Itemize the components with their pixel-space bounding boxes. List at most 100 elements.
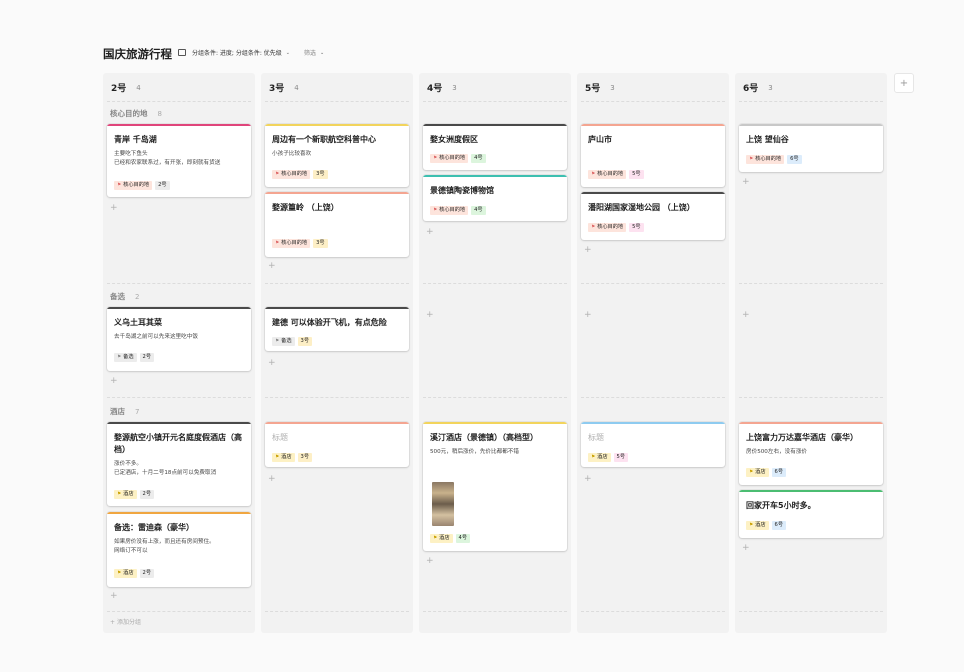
- card[interactable]: 建德 可以体验开飞机，有点危险 ⚑ 备选 3号: [265, 307, 409, 351]
- add-card-button[interactable]: +: [268, 262, 276, 271]
- card-tags: ⚑ 酒店 2号: [114, 569, 155, 578]
- card-title: 婺源航空小镇开元名庭度假酒店（高档）: [114, 433, 242, 454]
- card[interactable]: 上饶富力万达嘉华酒店（豪华） 房价500左右，没有涨价 ⚑ 酒店 6号: [739, 422, 883, 485]
- card[interactable]: 回家开车5小时多。 ⚑ 酒店 6号: [739, 490, 883, 538]
- flag-icon: ⚑: [117, 355, 122, 360]
- add-card-button[interactable]: +: [110, 592, 118, 601]
- tag-alt: ⚑ 备选: [114, 353, 137, 362]
- add-card-button[interactable]: +: [268, 475, 276, 484]
- section-count: 2: [135, 292, 140, 301]
- chevron-down-icon[interactable]: ⌄: [286, 50, 290, 56]
- tag-day: 6号: [771, 468, 787, 477]
- group-icon: [178, 49, 186, 56]
- column-title: 6号: [743, 84, 759, 94]
- tag-day: 2号: [139, 569, 155, 578]
- column-title: 3号: [269, 84, 285, 94]
- section-name: 备选: [110, 292, 125, 301]
- card-description: 如果房价没有上涨，而且还有房间预住。 网络订不可以: [114, 539, 215, 554]
- tag-core: ⚑ 核心目的地: [430, 154, 469, 163]
- tag-hotel: ⚑ 酒店: [114, 490, 137, 499]
- column-count: 4: [136, 83, 141, 92]
- divider: [739, 611, 883, 612]
- card-title: 景德镇陶瓷博物馆: [430, 186, 494, 195]
- card-description: 小孩子比较喜欢: [272, 151, 312, 157]
- card-tags: ⚑ 备选 3号: [272, 337, 313, 346]
- divider: [739, 283, 883, 284]
- card-title: 潘阳湖国家湿地公园 （上饶）: [588, 203, 695, 212]
- divider: [423, 611, 567, 612]
- section-header-hotel[interactable]: 酒店 7: [110, 406, 139, 417]
- card[interactable]: 标题 ⚑ 酒店 3号: [265, 422, 409, 467]
- divider: [423, 283, 567, 284]
- add-card-button[interactable]: +: [584, 475, 592, 484]
- add-card-button[interactable]: +: [742, 178, 750, 187]
- card-tags: ⚑ 酒店 5号: [588, 453, 629, 462]
- divider: [581, 397, 725, 398]
- card-title: 备选：雷迪森（豪华）: [114, 523, 194, 532]
- add-card-button[interactable]: +: [268, 359, 276, 368]
- flag-icon: ⚑: [275, 339, 280, 344]
- toolbar: 分组条件: 进度; 分组条件: 优先级 ⌄ 筛选 ⌄: [178, 48, 324, 57]
- section-header-alt[interactable]: 备选 2: [110, 291, 139, 302]
- chevron-down-icon[interactable]: ⌄: [320, 50, 324, 56]
- card[interactable]: 义乌土耳其菜 去千岛湖之前可以先来这里吃中饭 ⚑ 备选 2号: [107, 307, 251, 371]
- card-description: 主要吃下鱼头 已经和农家联系过，有开张，即刻就有货送: [114, 151, 221, 166]
- add-card-button[interactable]: +: [742, 311, 750, 320]
- card[interactable]: 婺源航空小镇开元名庭度假酒店（高档） 涨价不多。 已定酒店，十月二号18点前可以…: [107, 422, 251, 506]
- card[interactable]: 潘阳湖国家湿地公园 （上饶） ⚑ 核心目的地 5号: [581, 192, 725, 240]
- card[interactable]: 上饶 望仙谷 ⚑ 核心目的地 6号: [739, 124, 883, 172]
- add-group-button[interactable]: + 添加分组: [110, 617, 141, 626]
- column-day5: 5号 3 庐山市 ⚑ 核心目的地 5号 潘阳湖国家湿地公园 （上饶） ⚑ 核心目的地…: [577, 73, 729, 633]
- tag-hotel: ⚑ 酒店: [588, 453, 611, 462]
- group-by-button[interactable]: 分组条件: 进度; 分组条件: 优先级: [192, 48, 282, 57]
- card[interactable]: 婺源篁岭 （上饶） ⚑ 核心目的地 3号: [265, 192, 409, 257]
- add-card-button[interactable]: +: [584, 311, 592, 320]
- card[interactable]: 备选：雷迪森（豪华） 如果房价没有上涨，而且还有房间预住。 网络订不可以 ⚑ 酒店…: [107, 512, 251, 587]
- card[interactable]: 周边有一个新职航空科普中心 小孩子比较喜欢 ⚑ 核心目的地 3号: [265, 124, 409, 187]
- card-title: 上饶 望仙谷: [746, 135, 789, 144]
- section-header-core[interactable]: 核心目的地 8: [110, 108, 162, 119]
- add-card-button[interactable]: +: [110, 204, 118, 213]
- card[interactable]: 标题 ⚑ 酒店 5号: [581, 422, 725, 467]
- card-title: 上饶富力万达嘉华酒店（豪华）: [746, 433, 858, 442]
- divider: [581, 101, 725, 102]
- flag-icon: ⚑: [749, 470, 754, 475]
- column-title: 2号: [111, 84, 127, 94]
- add-card-button[interactable]: +: [426, 311, 434, 320]
- flag-icon: ⚑: [591, 172, 596, 177]
- column-count: 3: [452, 83, 457, 92]
- card-title: 庐山市: [588, 135, 612, 144]
- add-card-button[interactable]: +: [426, 557, 434, 566]
- card-title: 标题: [272, 433, 288, 442]
- divider: [265, 397, 409, 398]
- filter-button[interactable]: 筛选: [304, 48, 316, 57]
- card[interactable]: 青岸 千岛湖 主要吃下鱼头 已经和农家联系过，有开张，即刻就有货送 ⚑ 核心目的地…: [107, 124, 251, 197]
- column-count: 3: [610, 83, 615, 92]
- add-column-button[interactable]: +: [894, 73, 914, 93]
- divider: [107, 101, 251, 102]
- add-card-button[interactable]: +: [426, 228, 434, 237]
- section-name: 核心目的地: [110, 109, 148, 118]
- column-day4: 4号 3 婺女洲度假区 ⚑ 核心目的地 4号 景德镇陶瓷博物馆 ⚑ 核心目的地 4号…: [419, 73, 571, 633]
- card-title: 婺女洲度假区: [430, 135, 478, 144]
- tag-core: ⚑ 核心目的地: [746, 155, 785, 164]
- card[interactable]: 庐山市 ⚑ 核心目的地 5号: [581, 124, 725, 187]
- tag-hotel: ⚑ 酒店: [272, 453, 295, 462]
- flag-icon: ⚑: [275, 172, 280, 177]
- card-description: 房价500左右，没有涨价: [746, 449, 808, 455]
- section-name: 酒店: [110, 407, 125, 416]
- add-card-button[interactable]: +: [742, 544, 750, 553]
- card[interactable]: 溪汀酒店（景德镇）（高档型） 500元，稍后涨价，先价比都都不错 ⚑ 酒店 4号: [423, 422, 567, 551]
- column-count: 4: [294, 83, 299, 92]
- divider: [423, 397, 567, 398]
- tag-day: 5号: [629, 223, 644, 232]
- tag-hotel: ⚑ 酒店: [430, 534, 453, 543]
- add-card-button[interactable]: +: [110, 377, 118, 386]
- card[interactable]: 婺女洲度假区 ⚑ 核心目的地 4号: [423, 124, 567, 170]
- card[interactable]: 景德镇陶瓷博物馆 ⚑ 核心目的地 4号: [423, 175, 567, 221]
- card-image[interactable]: [432, 482, 454, 526]
- tag-day: 6号: [787, 155, 802, 164]
- card-tags: ⚑ 酒店 6号: [746, 521, 787, 530]
- tag-day: 6号: [771, 521, 787, 530]
- add-card-button[interactable]: +: [584, 246, 592, 255]
